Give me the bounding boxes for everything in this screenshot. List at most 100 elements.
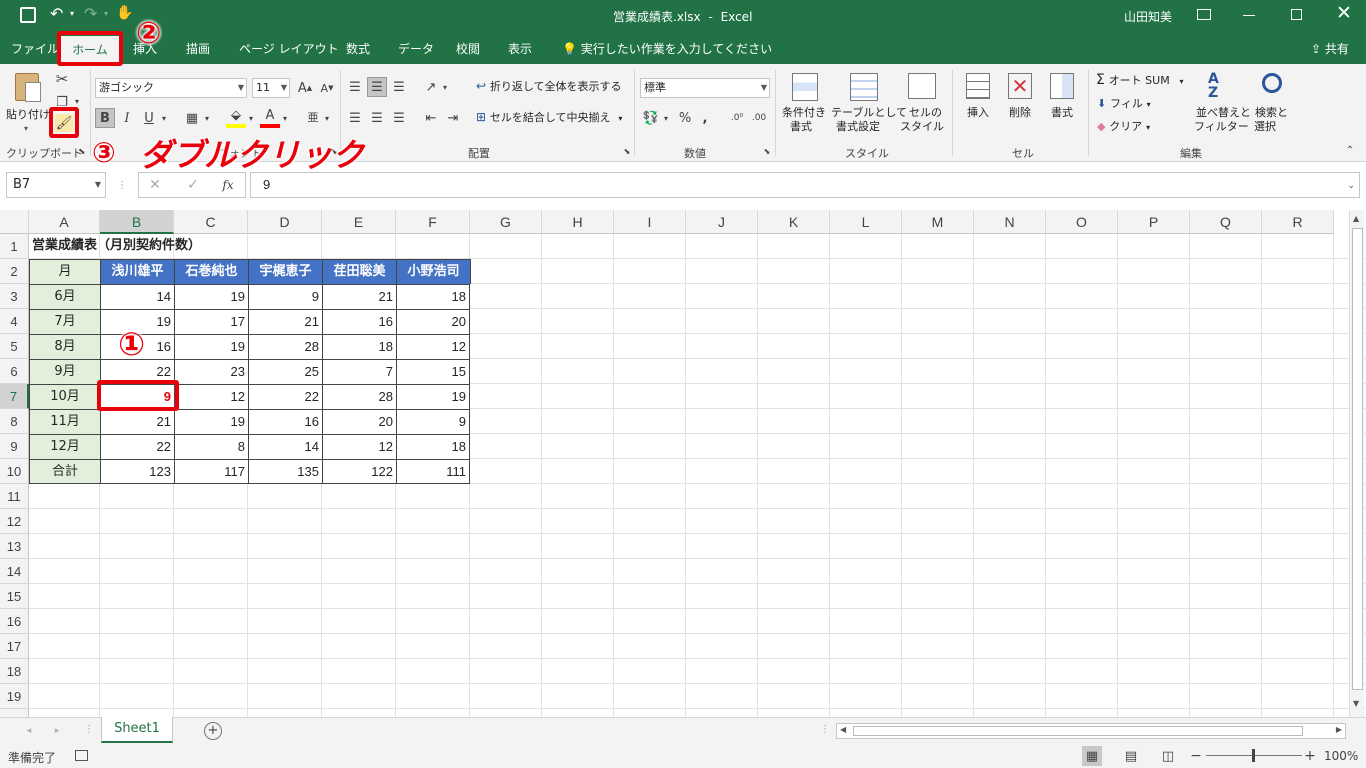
- data-cell[interactable]: 28: [248, 334, 322, 359]
- data-cell[interactable]: 19: [174, 284, 248, 309]
- data-cell[interactable]: 18: [396, 434, 470, 459]
- alignment-launcher-icon[interactable]: ⬊: [622, 146, 632, 156]
- row-header-7[interactable]: 7: [0, 384, 29, 409]
- row-header-15[interactable]: 15: [0, 584, 29, 609]
- align-left-icon[interactable]: ☰: [346, 108, 364, 128]
- data-cell[interactable]: 123: [100, 459, 174, 484]
- column-header-q[interactable]: Q: [1190, 210, 1262, 234]
- enter-icon[interactable]: ✓: [184, 175, 202, 195]
- data-cell[interactable]: 117: [174, 459, 248, 484]
- data-cell[interactable]: 22: [100, 434, 174, 459]
- column-header-e[interactable]: E: [322, 210, 396, 234]
- column-header-k[interactable]: K: [758, 210, 830, 234]
- save-icon[interactable]: [20, 7, 36, 23]
- row-header-14[interactable]: 14: [0, 559, 29, 584]
- row-header-10[interactable]: 10: [0, 459, 29, 484]
- scroll-sheets-right-icon[interactable]: ▸: [52, 724, 62, 738]
- column-header-r[interactable]: R: [1262, 210, 1334, 234]
- scroll-right-arrow-icon[interactable]: ▶: [1336, 725, 1342, 734]
- wrap-text-button[interactable]: ↩ 折り返して全体を表示する: [476, 79, 622, 97]
- salesperson-header-cell[interactable]: 小野浩司: [396, 259, 470, 284]
- row-header-1[interactable]: 1: [0, 234, 29, 259]
- user-name[interactable]: 山田知美: [1124, 8, 1172, 25]
- align-top-icon[interactable]: ☰: [346, 77, 364, 97]
- month-label-cell[interactable]: 12月: [29, 434, 100, 459]
- data-cell[interactable]: 135: [248, 459, 322, 484]
- column-header-l[interactable]: L: [830, 210, 902, 234]
- column-header-f[interactable]: F: [396, 210, 470, 234]
- data-cell[interactable]: 21: [322, 284, 396, 309]
- copy-icon[interactable]: ❐: [53, 93, 71, 111]
- scroll-down-arrow-icon[interactable]: ▼: [1353, 699, 1359, 708]
- formula-input[interactable]: 9 ⌄: [250, 172, 1360, 198]
- salesperson-header-cell[interactable]: 荏田聡美: [322, 259, 396, 284]
- insert-cells-button[interactable]: 挿入: [960, 70, 998, 140]
- data-cell[interactable]: 12: [174, 384, 248, 409]
- row-header-8[interactable]: 8: [0, 409, 29, 434]
- data-cell[interactable]: 20: [322, 409, 396, 434]
- select-all-corner[interactable]: [0, 210, 29, 234]
- percent-button[interactable]: %: [676, 108, 694, 128]
- name-box[interactable]: B7 ▼: [6, 172, 106, 198]
- column-header-d[interactable]: D: [248, 210, 322, 234]
- row-header-19[interactable]: 19: [0, 684, 29, 709]
- tab-file[interactable]: ファイル: [11, 38, 59, 60]
- sort-filter-button[interactable]: AZ 並べ替えと フィルター: [1192, 70, 1252, 140]
- zoom-slider[interactable]: [1206, 749, 1302, 762]
- undo-dropdown-icon[interactable]: ▾: [70, 9, 74, 18]
- column-header-p[interactable]: P: [1118, 210, 1190, 234]
- scroll-sheets-left-icon[interactable]: ◂: [24, 724, 34, 738]
- grow-font-icon[interactable]: A ▲: [296, 78, 314, 98]
- data-cell[interactable]: 28: [322, 384, 396, 409]
- tab-data[interactable]: データ: [398, 38, 434, 60]
- column-header-m[interactable]: M: [902, 210, 974, 234]
- tab-formulas[interactable]: 数式: [346, 38, 370, 60]
- data-cell[interactable]: 20: [396, 309, 470, 334]
- column-header-j[interactable]: J: [686, 210, 758, 234]
- scroll-left-arrow-icon[interactable]: ◀: [840, 725, 846, 734]
- row-header-9[interactable]: 9: [0, 434, 29, 459]
- font-color-icon[interactable]: A: [260, 106, 280, 128]
- borders-dropdown-icon[interactable]: ▾: [203, 112, 211, 124]
- data-cell[interactable]: 14: [100, 284, 174, 309]
- data-cell[interactable]: 18: [322, 334, 396, 359]
- collapse-ribbon-icon[interactable]: ⌃: [1344, 144, 1356, 156]
- tell-me-box[interactable]: 💡 実行したい作業を入力してください: [562, 38, 772, 60]
- column-header-n[interactable]: N: [974, 210, 1046, 234]
- align-bottom-icon[interactable]: ☰: [390, 77, 408, 97]
- find-select-button[interactable]: 検索と 選択: [1252, 70, 1292, 140]
- restore-icon[interactable]: [1291, 9, 1302, 20]
- data-cell[interactable]: 122: [322, 459, 396, 484]
- vertical-scroll-thumb[interactable]: [1352, 228, 1363, 690]
- salesperson-header-cell[interactable]: 浅川雄平: [100, 259, 174, 284]
- add-sheet-icon[interactable]: +: [204, 722, 222, 740]
- row-header-18[interactable]: 18: [0, 659, 29, 684]
- month-label-cell[interactable]: 6月: [29, 284, 100, 309]
- month-label-cell[interactable]: 10月: [29, 384, 100, 409]
- row-header-20[interactable]: 20: [0, 709, 29, 717]
- data-cell[interactable]: 111: [396, 459, 470, 484]
- column-header-c[interactable]: C: [174, 210, 248, 234]
- horizontal-scrollbar[interactable]: ◀ ▶: [836, 723, 1346, 739]
- insert-function-icon[interactable]: fx: [218, 175, 238, 195]
- decrease-indent-icon[interactable]: ⇤: [422, 108, 440, 128]
- vertical-scrollbar[interactable]: ▲ ▼: [1349, 210, 1364, 717]
- zoom-level[interactable]: 100%: [1324, 749, 1358, 763]
- align-center-icon[interactable]: ☰: [368, 108, 386, 128]
- clear-button[interactable]: ◆ クリア ▾: [1097, 119, 1150, 135]
- touch-mode-icon[interactable]: ✋: [116, 5, 133, 21]
- month-label-cell[interactable]: 11月: [29, 409, 100, 434]
- cell-styles-button[interactable]: セルの スタイル: [898, 70, 944, 140]
- increase-decimal-icon[interactable]: .0⁰: [728, 108, 746, 128]
- font-name-select[interactable]: 游ゴシック ▼: [95, 78, 247, 98]
- number-format-select[interactable]: 標準 ▼: [640, 78, 770, 98]
- column-header-a[interactable]: A: [29, 210, 100, 234]
- data-cell[interactable]: 9: [248, 284, 322, 309]
- autosum-button[interactable]: Σ オート SUM ▾: [1096, 72, 1184, 88]
- data-cell[interactable]: 8: [174, 434, 248, 459]
- row-header-6[interactable]: 6: [0, 359, 29, 384]
- tab-review[interactable]: 校閲: [456, 38, 480, 60]
- sheet-title-cell[interactable]: 営業成績表（月別契約件数）: [29, 234, 329, 259]
- tab-home[interactable]: ホーム: [60, 36, 120, 64]
- data-cell[interactable]: 19: [174, 334, 248, 359]
